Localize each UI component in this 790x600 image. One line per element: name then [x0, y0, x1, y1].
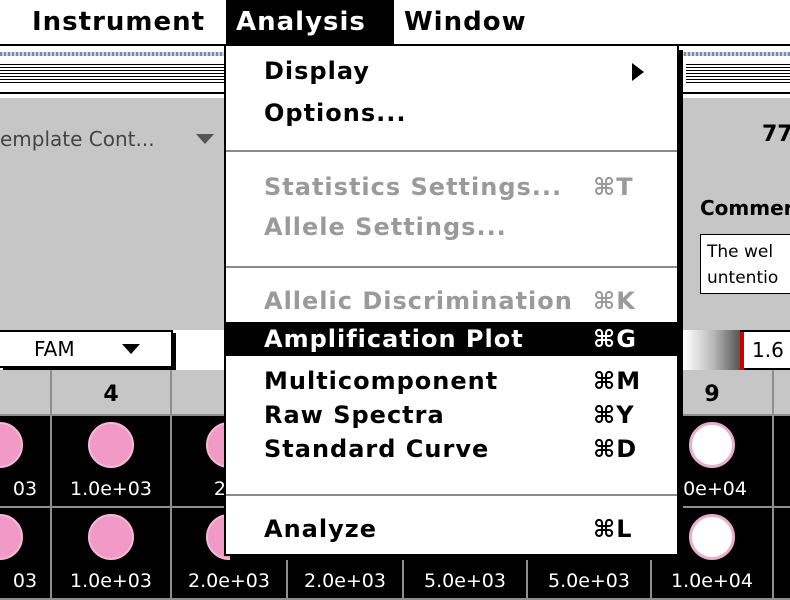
menu-item-label: Statistics Settings...: [264, 173, 563, 201]
well[interactable]: [774, 506, 790, 598]
well-dot-icon: [689, 422, 735, 468]
threshold-gradient: [684, 330, 740, 370]
title-bar-stripes-right: [686, 64, 790, 84]
threshold-field[interactable]: 1.6: [740, 330, 790, 370]
menu-shortcut: ⌘T: [593, 173, 634, 201]
analysis-menu: Display Options... Statistics Settings..…: [224, 44, 679, 556]
menu-shortcut: ⌘L: [593, 515, 633, 543]
menu-shortcut: ⌘M: [593, 367, 642, 395]
well[interactable]: 1.0e+03: [52, 506, 170, 598]
menu-bar: Instrument Analysis Window: [0, 0, 790, 44]
well-quantity: 5.0e+03: [423, 570, 506, 592]
menu-item-label: Amplification Plot: [264, 325, 524, 353]
menu-item-multicomponent[interactable]: Multicomponent ⌘M: [226, 364, 677, 398]
well-quantity: 03: [12, 478, 38, 500]
dye-dropdown-arrow-icon: [122, 344, 140, 354]
menu-item-label: Allelic Discrimination: [264, 287, 573, 315]
plate-column: [774, 370, 790, 598]
count-value: 77: [762, 122, 790, 147]
menu-instrument[interactable]: Instrument: [22, 0, 215, 44]
well-dot-icon: [0, 422, 23, 468]
well[interactable]: 03: [0, 506, 50, 598]
menu-shortcut: ⌘K: [593, 287, 636, 315]
submenu-arrow-icon: [632, 63, 644, 81]
menu-item-label: Standard Curve: [264, 435, 490, 463]
menu-item-label: Allele Settings...: [264, 213, 507, 241]
template-popup[interactable]: emplate Cont...: [0, 122, 155, 156]
comment-label: Commer: [700, 196, 790, 220]
well[interactable]: 1.0e+03: [52, 414, 170, 506]
menu-shadow: [230, 556, 683, 560]
comment-field[interactable]: The wel untentio: [700, 234, 790, 294]
menu-item-allele-settings: Allele Settings...: [226, 210, 677, 244]
menu-item-analyze[interactable]: Analyze ⌘L: [226, 512, 677, 546]
well-dot-icon: [689, 514, 735, 560]
menu-item-label: Display: [264, 57, 370, 85]
well-dot-icon: [0, 514, 23, 560]
well-quantity: 2.0e+03: [303, 570, 386, 592]
well-quantity: 2.0e+03: [187, 570, 270, 592]
well-quantity: 1.0e+04: [670, 570, 753, 592]
well-quantity: 1.0e+03: [69, 570, 152, 592]
menu-shadow: [679, 50, 683, 562]
popup-arrow-icon[interactable]: [196, 134, 214, 144]
comment-line-2: untentio: [707, 268, 779, 288]
plate-column: 03 03: [0, 370, 52, 598]
menu-item-statistics-settings: Statistics Settings... ⌘T: [226, 170, 677, 204]
menu-item-amplification-plot[interactable]: Amplification Plot ⌘G: [226, 322, 677, 356]
menu-analysis[interactable]: Analysis: [226, 0, 394, 44]
menu-item-display[interactable]: Display: [226, 54, 677, 88]
column-number: 4: [103, 382, 119, 407]
well[interactable]: 03: [0, 414, 50, 506]
title-bar-stripes: [0, 64, 224, 84]
well-quantity: 03: [12, 570, 38, 592]
dye-select-value: FAM: [34, 337, 75, 361]
menu-item-label: Analyze: [264, 515, 377, 543]
well-dot-icon: [88, 422, 134, 468]
menu-shortcut: ⌘D: [593, 435, 638, 463]
menu-item-label: Raw Spectra: [264, 401, 445, 429]
well-dot-icon: [88, 514, 134, 560]
comment-line-1: The wel: [707, 242, 774, 262]
menu-shortcut: ⌘Y: [593, 401, 635, 429]
well[interactable]: [774, 414, 790, 506]
menu-separator: [226, 150, 677, 152]
plate-column: 4 1.0e+03 1.0e+03: [52, 370, 172, 598]
menu-item-label: Multicomponent: [264, 367, 499, 395]
menu-separator: [226, 494, 677, 496]
well-quantity: 5.0e+03: [547, 570, 630, 592]
well-quantity: 1.0e+03: [69, 478, 152, 500]
menu-item-allelic-discrimination: Allelic Discrimination ⌘K: [226, 284, 677, 318]
menu-item-standard-curve[interactable]: Standard Curve ⌘D: [226, 432, 677, 466]
menu-separator: [226, 266, 677, 268]
menu-shortcut: ⌘G: [593, 325, 637, 353]
menu-item-raw-spectra[interactable]: Raw Spectra ⌘Y: [226, 398, 677, 432]
dye-select[interactable]: FAM: [0, 330, 173, 368]
menu-item-label: Options...: [264, 99, 407, 127]
menu-item-options[interactable]: Options...: [226, 96, 677, 130]
menu-window[interactable]: Window: [394, 0, 537, 44]
